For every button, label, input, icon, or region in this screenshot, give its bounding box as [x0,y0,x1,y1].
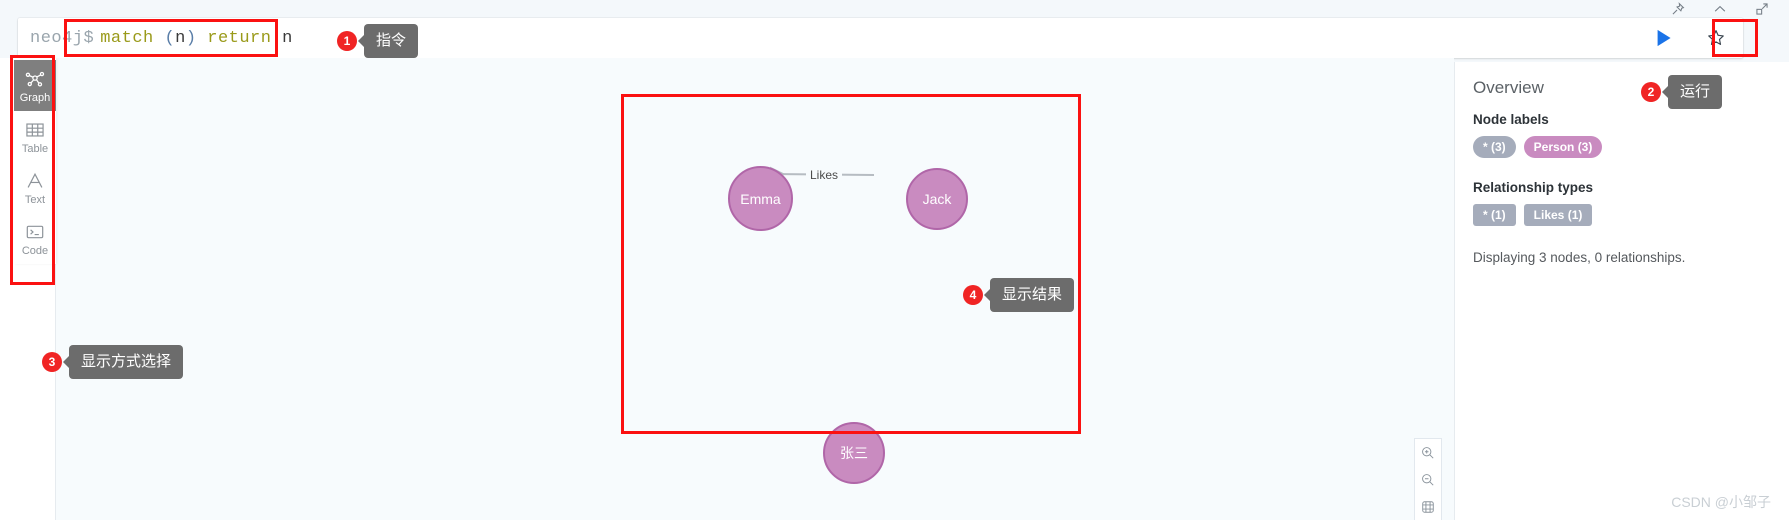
callout-2-badge: 2 [1641,82,1661,102]
graph-zoom-controls [1414,438,1442,520]
token-var-n: n [175,28,186,48]
zoom-out-icon[interactable] [1414,466,1442,493]
node-label-chip-all[interactable]: * (3) [1473,136,1516,158]
favorite-star-icon[interactable] [1703,25,1729,51]
query-editor-bar[interactable]: neo4j$ match (n) return n [18,18,1743,58]
rel-type-chip-likes[interactable]: Likes (1) [1523,204,1593,226]
graph-icon [24,68,46,90]
relationship-types-heading: Relationship types [1473,180,1594,195]
chevron-up-icon[interactable] [1713,2,1727,16]
token-var-n2: n [282,28,293,48]
callout-3-badge: 3 [42,352,62,372]
window-icon-group [1671,2,1769,16]
overview-title: Overview [1473,78,1544,97]
sidebar-item-table-label: Table [21,142,49,155]
run-query-button[interactable] [1637,21,1689,55]
pin-icon[interactable] [1671,2,1685,16]
sidebar-item-graph-label: Graph [19,91,51,104]
neo4j-browser-frame: neo4j$ match (n) return n Graph Table Te… [0,0,1789,520]
node-labels-chip-row: * (3) Person (3) [1473,136,1771,158]
callout-1-badge: 1 [337,31,357,51]
callout-2-bubble: 运行 [1661,75,1723,109]
table-icon [24,119,46,141]
graph-node-emma[interactable]: Emma [728,166,793,231]
graph-node-emma-caption: Emma [740,190,781,207]
token-return: return [207,28,272,48]
node-label-chip-person[interactable]: Person (3) [1523,136,1603,158]
token-paren-close: ) [185,28,197,48]
sidebar-item-table[interactable]: Table [14,111,56,162]
relationship-label: Likes [806,168,843,182]
overview-panel: Overview Node labels * (3) Person (3) Re… [1454,62,1789,520]
editor-prompt: neo4j$ [30,28,95,48]
relationship-layer [769,166,875,182]
fit-to-screen-icon[interactable] [1414,493,1442,520]
sidebar-item-text-label: Text [24,193,46,206]
rel-type-chip-all[interactable]: * (1) [1473,204,1516,226]
callout-3: 3 显示方式选择 [42,345,184,379]
relationship-types-chip-row: * (1) Likes (1) [1473,204,1771,226]
watermark: CSDN @小邹子 [1671,494,1771,510]
callout-1: 1 指令 [337,24,419,58]
graph-node-jack-caption: Jack [922,191,952,207]
sidebar-item-code[interactable]: Code [14,213,56,264]
code-icon [24,221,46,243]
sidebar-item-code-label: Code [21,244,49,257]
query-input[interactable]: match (n) return n [94,29,293,48]
callout-4: 4 显示结果 [963,278,1075,312]
graph-node-zhangsan[interactable]: 张三 [823,422,885,484]
callout-2: 2 运行 [1641,75,1723,109]
zoom-in-icon[interactable] [1414,439,1442,466]
view-mode-sidebar: Graph Table Text Code [14,58,56,264]
node-labels-heading: Node labels [1473,112,1549,127]
sidebar-item-text[interactable]: Text [14,162,56,213]
sidebar-item-graph[interactable]: Graph [14,60,56,111]
graph-visualization-canvas[interactable]: Likes Emma Jack 张三 [56,58,1454,520]
overview-summary-text: Displaying 3 nodes, 0 relationships. [1473,250,1686,265]
callout-1-bubble: 指令 [357,24,419,58]
graph-node-jack[interactable]: Jack [906,168,968,230]
expand-icon[interactable] [1755,2,1769,16]
text-icon [24,170,46,192]
graph-node-zhangsan-caption: 张三 [840,445,868,461]
callout-3-bubble: 显示方式选择 [62,345,184,379]
token-match: match [100,28,154,48]
callout-4-bubble: 显示结果 [983,278,1075,312]
token-paren-open: ( [164,28,176,48]
editor-tool-group [1637,18,1735,58]
callout-4-badge: 4 [963,285,983,305]
